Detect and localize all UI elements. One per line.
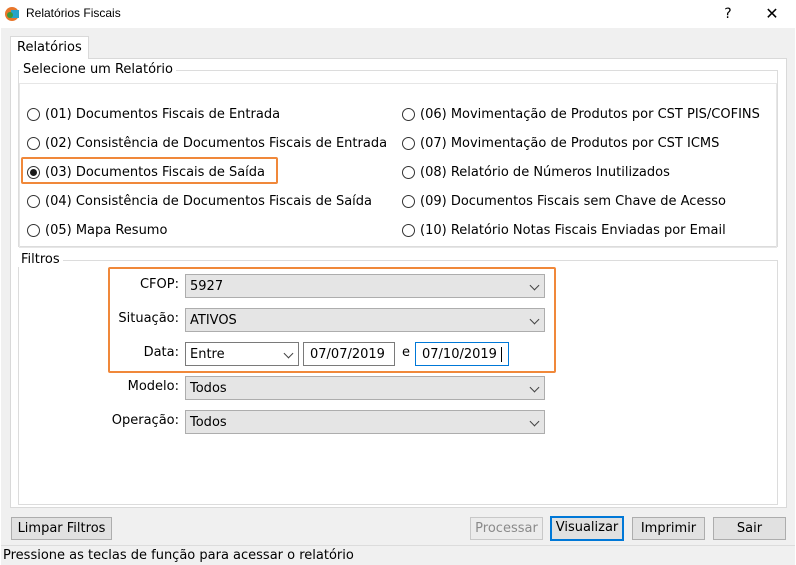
cfop-select[interactable]: 5927	[185, 274, 545, 298]
radio-indicator	[402, 136, 415, 150]
close-button[interactable]: ✕	[761, 4, 783, 24]
radio-label: (08) Relatório de Números Inutilizados	[420, 164, 670, 180]
title-bar: Relatórios Fiscais ? ✕	[0, 0, 796, 28]
imprimir-button[interactable]: Imprimir	[632, 517, 705, 540]
radio-label: (01) Documentos Fiscais de Entrada	[45, 106, 281, 122]
radio-label: (04) Consistência de Documentos Fiscais …	[45, 193, 373, 209]
status-bar: Pressione as teclas de função para acess…	[1, 545, 795, 565]
radio-report-04[interactable]: (04) Consistência de Documentos Fiscais …	[27, 190, 372, 212]
radio-indicator	[27, 136, 40, 150]
modelo-label: Modelo:	[127, 379, 179, 394]
radio-indicator	[27, 223, 40, 237]
radio-report-07[interactable]: (07) Movimentação de Produtos por CST IC…	[402, 132, 719, 154]
tab-relatorios[interactable]: Relatórios	[10, 36, 89, 59]
radio-label: (09) Documentos Fiscais sem Chave de Ace…	[420, 193, 726, 209]
text-caret	[501, 347, 502, 362]
radio-label: (07) Movimentação de Produtos por CST IC…	[420, 135, 720, 151]
date-range-separator: e	[402, 345, 410, 360]
processar-button[interactable]: Processar	[470, 517, 543, 540]
date-from-value: 07/07/2019	[310, 347, 385, 362]
chevron-down-icon	[529, 280, 540, 291]
radio-indicator	[402, 194, 415, 208]
operacao-select[interactable]: Todos	[185, 410, 545, 434]
radio-report-05[interactable]: (05) Mapa Resumo	[27, 219, 167, 241]
radio-label: (10) Relatório Notas Fiscais Enviadas po…	[420, 222, 726, 238]
radio-report-06[interactable]: (06) Movimentação de Produtos por CST PI…	[402, 103, 760, 125]
radio-indicator	[402, 223, 415, 237]
visualizar-button[interactable]: Visualizar	[550, 516, 624, 541]
reports-group-legend: Selecione um Relatório	[20, 62, 176, 77]
data-label: Data:	[143, 345, 179, 360]
radio-indicator	[402, 165, 415, 179]
radio-report-09[interactable]: (09) Documentos Fiscais sem Chave de Ace…	[402, 190, 726, 212]
situacao-label: Situação:	[118, 311, 179, 326]
data-mode-select[interactable]: Entre	[185, 342, 299, 366]
radio-report-10[interactable]: (09) Documentos Fiscais sem Chave de Ace…	[402, 219, 726, 241]
radio-label: (02) Consistência de Documentos Fiscais …	[45, 135, 388, 151]
date-to-input[interactable]: 07/10/2019	[415, 342, 509, 366]
situacao-select[interactable]: ATIVOS	[185, 308, 545, 332]
cfop-value: 5927	[190, 279, 224, 294]
tab-label: Relatórios	[17, 40, 82, 55]
chevron-down-icon	[529, 416, 540, 427]
radio-label: (06) Movimentação de Produtos por CST PI…	[420, 106, 760, 122]
radio-indicator	[402, 107, 415, 121]
cfop-label: CFOP:	[139, 277, 179, 292]
radio-report-08[interactable]: (08) Relatório de Números Inutilizados	[402, 161, 670, 183]
chevron-down-icon	[529, 314, 540, 325]
data-mode-value: Entre	[190, 347, 225, 362]
operacao-label: Operação:	[111, 413, 179, 428]
radio-report-02[interactable]: (02) Consistência de Documentos Fiscais …	[27, 132, 387, 154]
radio-indicator	[27, 107, 40, 121]
modelo-value: Todos	[190, 381, 227, 396]
radio-report-01[interactable]: (01) Documentos Fiscais de Entrada	[27, 103, 280, 125]
app-logo-icon	[5, 7, 19, 21]
limpar-filtros-button[interactable]: Limpar Filtros	[11, 517, 112, 540]
date-to-value: 07/10/2019	[422, 347, 497, 362]
tab-panel: Selecione um Relatório (01) Documentos F…	[10, 58, 787, 508]
modelo-select[interactable]: Todos	[185, 376, 545, 400]
status-text: Pressione as teclas de função para acess…	[3, 548, 354, 563]
help-button[interactable]: ?	[717, 4, 739, 24]
filters-group-legend: Filtros	[18, 252, 63, 267]
situacao-value: ATIVOS	[190, 313, 237, 328]
operacao-value: Todos	[190, 415, 227, 430]
chevron-down-icon	[529, 382, 540, 393]
chevron-down-icon	[283, 348, 294, 359]
date-from-input[interactable]: 07/07/2019	[303, 342, 395, 366]
radio-label: (05) Mapa Resumo	[45, 222, 168, 238]
radio-indicator	[27, 194, 40, 208]
window-title: Relatórios Fiscais	[26, 6, 121, 20]
selected-report-highlight	[21, 157, 278, 184]
window-client: Relatórios Selecione um Relatório (01) D…	[1, 28, 795, 565]
sair-button[interactable]: Sair	[713, 517, 786, 540]
